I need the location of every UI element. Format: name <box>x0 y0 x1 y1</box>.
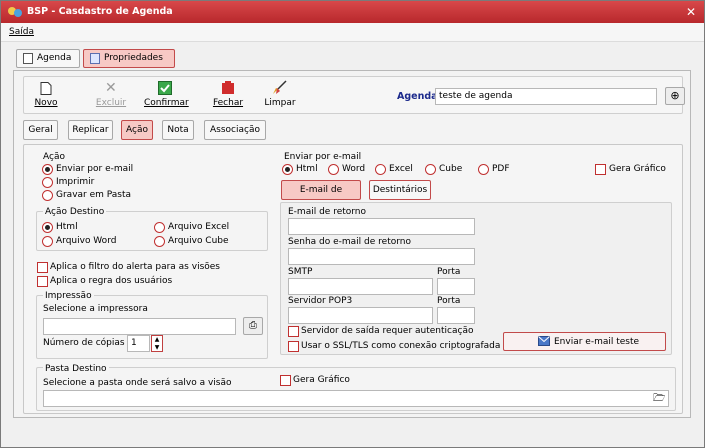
title-bar: BSP - Casdastro de Agenda ✕ <box>1 1 704 23</box>
radio-imprimir[interactable] <box>42 177 53 188</box>
radio-fmt-html[interactable] <box>282 164 293 175</box>
close-door-icon <box>222 81 234 94</box>
agenda-label: Agenda <box>397 91 438 102</box>
tab-replicar[interactable]: Replicar <box>68 120 113 140</box>
copias-input[interactable]: 1 <box>127 335 150 352</box>
broom-icon <box>273 80 287 94</box>
confirmar-button[interactable]: Confirmar <box>144 98 189 108</box>
radio-arquivo-word-label: Arquivo Word <box>56 236 117 246</box>
delete-icon: ✕ <box>105 80 117 96</box>
tab-nota[interactable]: Nota <box>162 120 194 140</box>
pasta-select-label: Selecione a pasta onde será salvo a visã… <box>43 378 232 388</box>
folder-icon[interactable]: 🗁 <box>653 391 665 408</box>
senha-label: Senha do e-mail de retorno <box>288 237 411 247</box>
email-retorno-label: E-mail de retorno <box>288 207 367 217</box>
radio-arquivo-excel[interactable] <box>154 222 165 233</box>
radio-html[interactable] <box>42 222 53 233</box>
email-retorno-input[interactable] <box>288 218 475 235</box>
radio-fmt-word[interactable] <box>328 164 339 175</box>
auth-checkbox-label: Servidor de saída requer autenticação <box>301 326 474 336</box>
enviar-email-teste-button[interactable]: Enviar e-mail teste <box>503 332 666 351</box>
email-icon <box>538 336 550 346</box>
tab-acao[interactable]: Ação <box>121 120 153 140</box>
close-icon[interactable]: ✕ <box>684 5 698 19</box>
fechar-button[interactable]: Fechar <box>211 98 245 108</box>
acao-destino-title: Ação Destino <box>43 207 107 217</box>
auth-checkbox[interactable] <box>288 326 299 337</box>
radio-arquivo-cube[interactable] <box>154 236 165 247</box>
destinatarios-button[interactable]: Destintários <box>369 180 431 200</box>
radio-fmt-pdf[interactable] <box>478 164 489 175</box>
radio-fmt-cube-label: Cube <box>439 164 463 174</box>
pasta-input[interactable] <box>43 390 669 407</box>
agenda-input[interactable]: teste de agenda <box>435 88 657 105</box>
ssl-checkbox-label: Usar o SSL/TLS como conexão criptografad… <box>301 341 501 351</box>
radio-fmt-pdf-label: PDF <box>492 164 510 174</box>
excluir-button[interactable]: Excluir <box>93 98 129 108</box>
email-retorno-button[interactable]: E-mail de retorno <box>281 180 361 213</box>
impressao-title: Impressão <box>43 291 94 301</box>
app-window: BSP - Casdastro de Agenda ✕ Saída Agenda… <box>0 0 705 448</box>
radio-gravar-pasta-label: Gravar em Pasta <box>56 190 132 200</box>
tab-agenda[interactable]: Agenda <box>16 49 80 68</box>
acao-title: Ação <box>43 152 65 162</box>
pasta-title: Pasta Destino <box>43 364 109 374</box>
tab-propriedades-label: Propriedades <box>104 53 163 63</box>
porta-input[interactable] <box>437 278 475 295</box>
radio-enviar-email[interactable] <box>42 164 53 175</box>
tab-associacao[interactable]: Associação <box>204 120 266 140</box>
regra-checkbox[interactable] <box>37 276 48 287</box>
copias-stepper[interactable]: ▲ ▼ <box>151 335 163 352</box>
pasta-gera-grafico-checkbox[interactable] <box>280 375 291 386</box>
porta2-input[interactable] <box>437 307 475 324</box>
radio-fmt-excel-label: Excel <box>389 164 413 174</box>
pop3-input[interactable] <box>288 307 433 324</box>
radio-enviar-email-label: Enviar por e-mail <box>56 164 134 174</box>
radio-arquivo-excel-label: Arquivo Excel <box>168 222 230 232</box>
radio-fmt-word-label: Word <box>342 164 366 174</box>
enviar-title: Enviar por e-mail <box>284 152 362 162</box>
impressora-label: Selecione a impressora <box>43 304 148 314</box>
porta2-label: Porta <box>437 296 461 306</box>
porta-label: Porta <box>437 267 461 277</box>
new-icon <box>40 82 52 95</box>
smtp-label: SMTP <box>288 267 313 277</box>
window-title: BSP - Casdastro de Agenda <box>27 6 173 17</box>
tab-propriedades[interactable]: Propriedades <box>83 49 175 68</box>
tab-agenda-label: Agenda <box>37 53 72 63</box>
calendar-icon <box>23 53 33 64</box>
printer-icon[interactable]: ⎙ <box>243 317 263 335</box>
ssl-checkbox[interactable] <box>288 341 299 352</box>
properties-icon <box>90 53 100 64</box>
filtro-checkbox[interactable] <box>37 262 48 273</box>
impressora-input[interactable] <box>43 318 236 335</box>
menu-bar: Saída <box>1 23 704 42</box>
novo-button[interactable]: Novo <box>31 98 61 108</box>
radio-fmt-excel[interactable] <box>375 164 386 175</box>
menu-saida[interactable]: Saída <box>9 27 34 37</box>
gera-grafico-label: Gera Gráfico <box>609 164 666 174</box>
tab-geral[interactable]: Geral <box>23 120 58 140</box>
limpar-button[interactable]: Limpar <box>264 98 296 108</box>
filtro-checkbox-label: Aplica o filtro do alerta para as visões <box>50 262 220 272</box>
radio-arquivo-cube-label: Arquivo Cube <box>168 236 229 246</box>
radio-arquivo-word[interactable] <box>42 236 53 247</box>
radio-fmt-html-label: Html <box>296 164 318 174</box>
regra-checkbox-label: Aplica o regra dos usuários <box>50 276 173 286</box>
radio-imprimir-label: Imprimir <box>56 177 95 187</box>
confirm-icon <box>158 81 172 95</box>
app-icon <box>8 7 22 17</box>
copias-label: Número de cópias <box>43 338 125 348</box>
radio-html-label: Html <box>56 222 78 232</box>
radio-gravar-pasta[interactable] <box>42 190 53 201</box>
pasta-gera-grafico-label: Gera Gráfico <box>293 375 350 385</box>
binoculars-icon[interactable]: ⊕ <box>665 87 685 105</box>
enviar-email-teste-label: Enviar e-mail teste <box>554 337 640 347</box>
senha-input[interactable] <box>288 248 475 265</box>
smtp-input[interactable] <box>288 278 433 295</box>
pop3-label: Servidor POP3 <box>288 296 353 306</box>
radio-fmt-cube[interactable] <box>425 164 436 175</box>
gera-grafico-checkbox[interactable] <box>595 164 606 175</box>
